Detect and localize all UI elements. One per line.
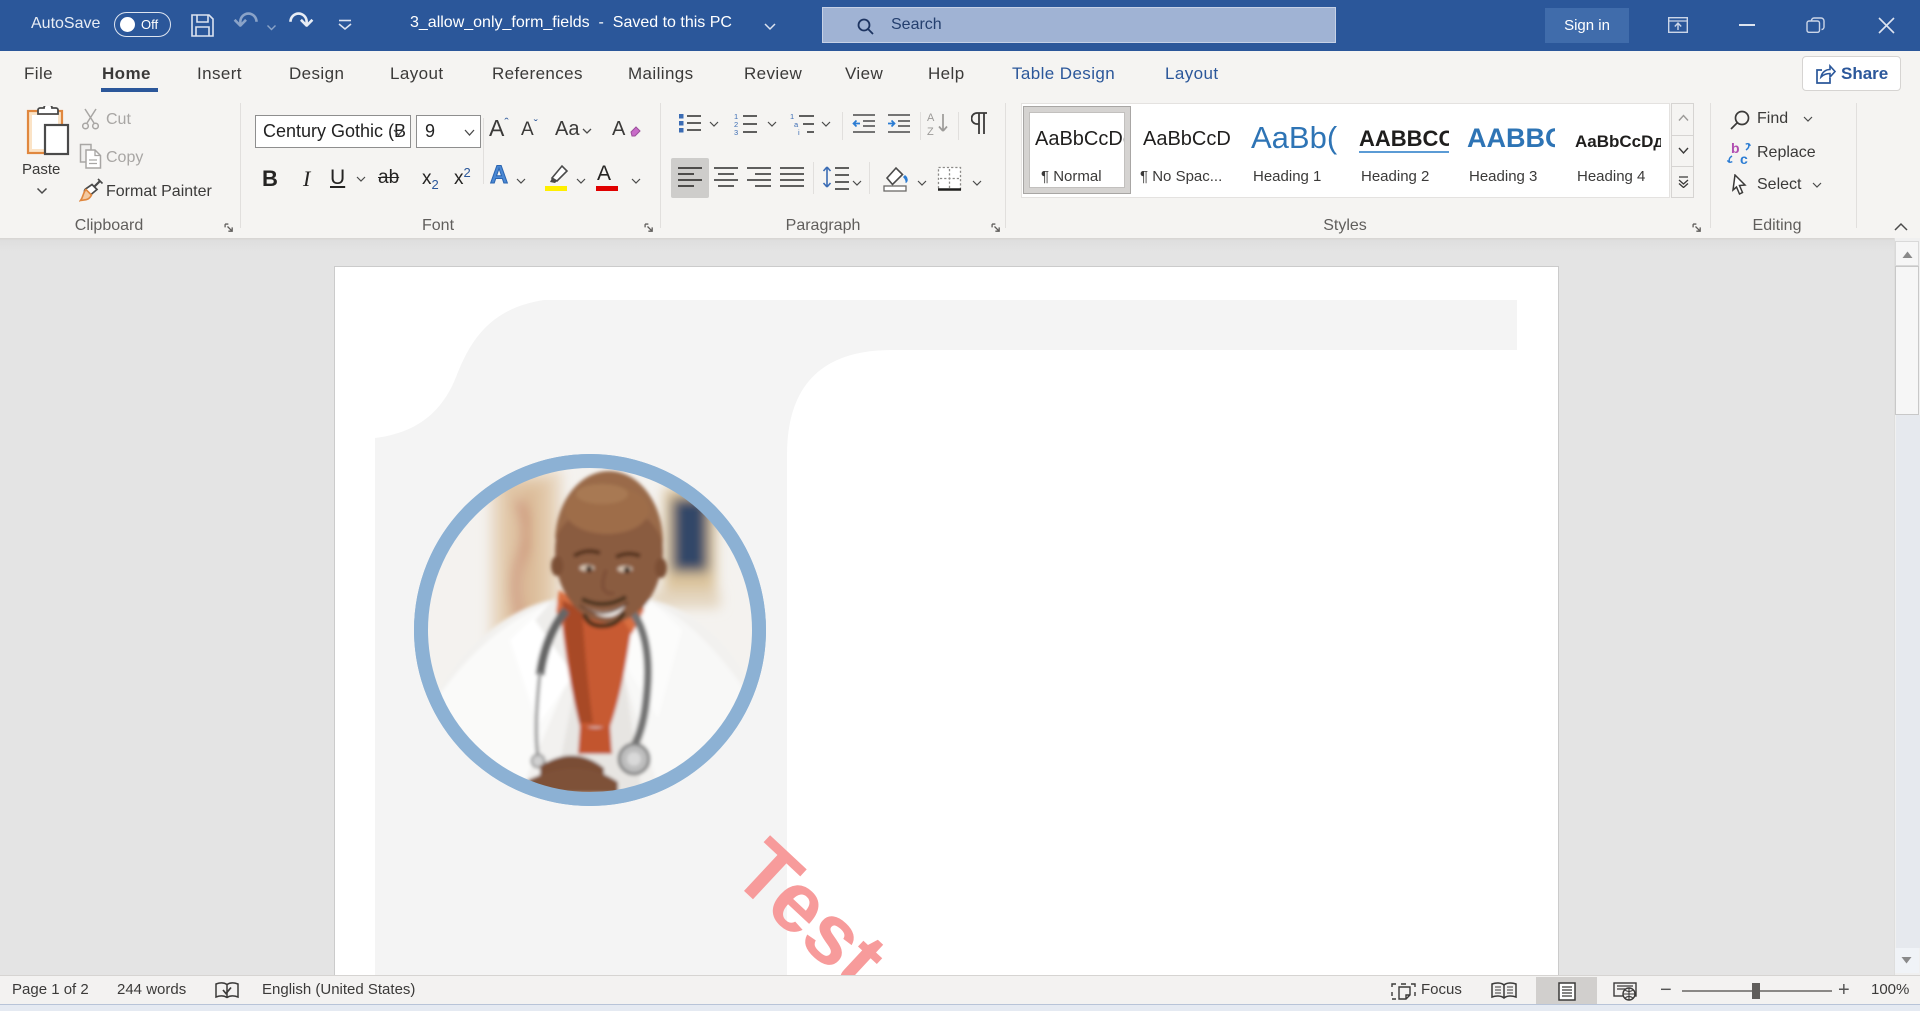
svg-text:3: 3 [734, 128, 738, 135]
svg-text:Z: Z [927, 126, 934, 136]
svg-text:i: i [798, 128, 800, 135]
svg-text:c: c [1740, 151, 1748, 165]
svg-text:A: A [927, 112, 935, 124]
svg-text:b: b [1731, 141, 1740, 156]
